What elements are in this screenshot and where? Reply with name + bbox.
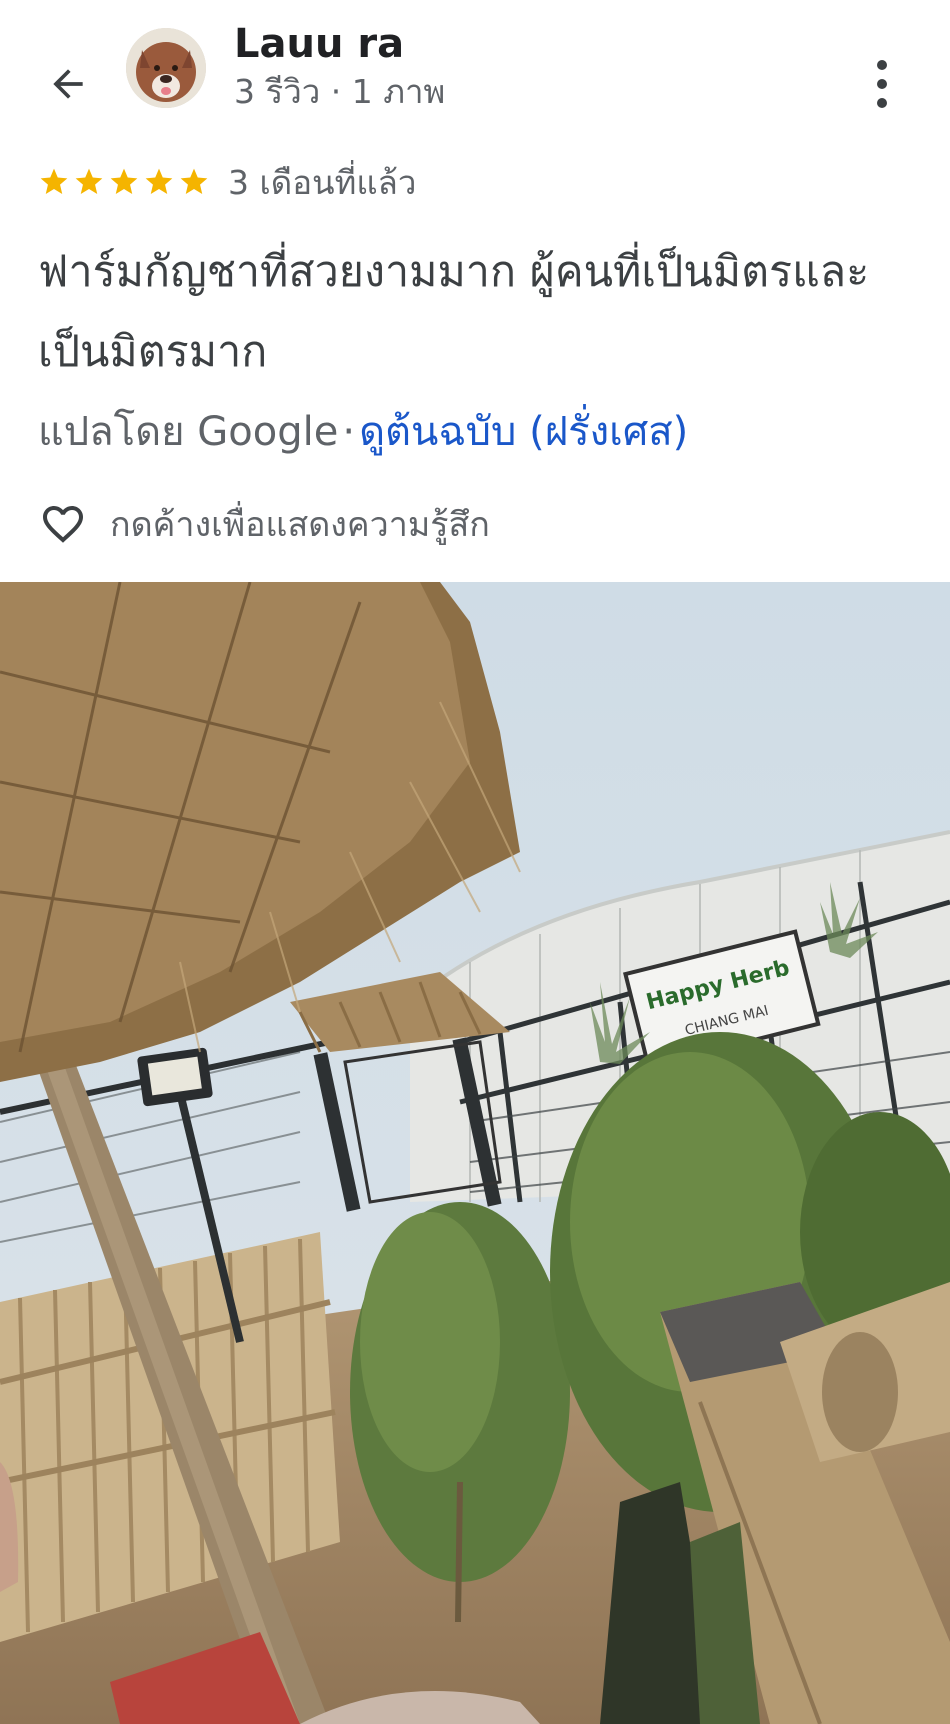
rating-row: 3 เดือนที่แล้ว	[38, 160, 416, 204]
translated-by-label: แปลโดย Google	[38, 409, 339, 455]
arrow-back-icon	[53, 69, 83, 99]
star-icon	[40, 168, 68, 194]
review-header: Lauu ra 3 รีวิว · 1 ภาพ	[0, 0, 950, 150]
avatar[interactable]	[126, 28, 206, 108]
star-icon	[180, 168, 208, 194]
view-original-link[interactable]: ดูต้นฉบับ (ฝรั่งเศส)	[359, 409, 688, 455]
more-vertical-icon	[877, 60, 887, 70]
heart-outline-icon	[43, 506, 83, 543]
star-icon	[110, 168, 138, 194]
react-button[interactable]: กดค้างเพื่อแสดงความรู้สึก	[38, 496, 490, 552]
review-text: ฟาร์มกัญชาที่สวยงามมาก ผู้คนที่เป็นมิตรแ…	[38, 247, 870, 377]
more-options-button[interactable]	[858, 54, 906, 114]
separator: ·	[342, 409, 356, 455]
dog-avatar	[126, 28, 206, 108]
star-icon	[145, 168, 173, 194]
back-button[interactable]	[38, 54, 98, 114]
farm-photo: Happy Herb CHIANG MAI	[0, 582, 950, 1724]
reviewer-meta: 3 รีวิว · 1 ภาพ	[234, 72, 446, 111]
review-photo[interactable]: Happy Herb CHIANG MAI	[0, 582, 950, 1724]
translation-row: แปลโดย Google · ดูต้นฉบับ (ฝรั่งเศส)	[38, 406, 688, 458]
review-time: 3 เดือนที่แล้ว	[228, 162, 417, 202]
reviewer-name[interactable]: Lauu ra	[234, 20, 404, 68]
floodlight	[137, 1047, 213, 1107]
star-icon	[75, 168, 103, 194]
react-label: กดค้างเพื่อแสดงความรู้สึก	[110, 505, 490, 545]
star-rating	[38, 166, 210, 198]
